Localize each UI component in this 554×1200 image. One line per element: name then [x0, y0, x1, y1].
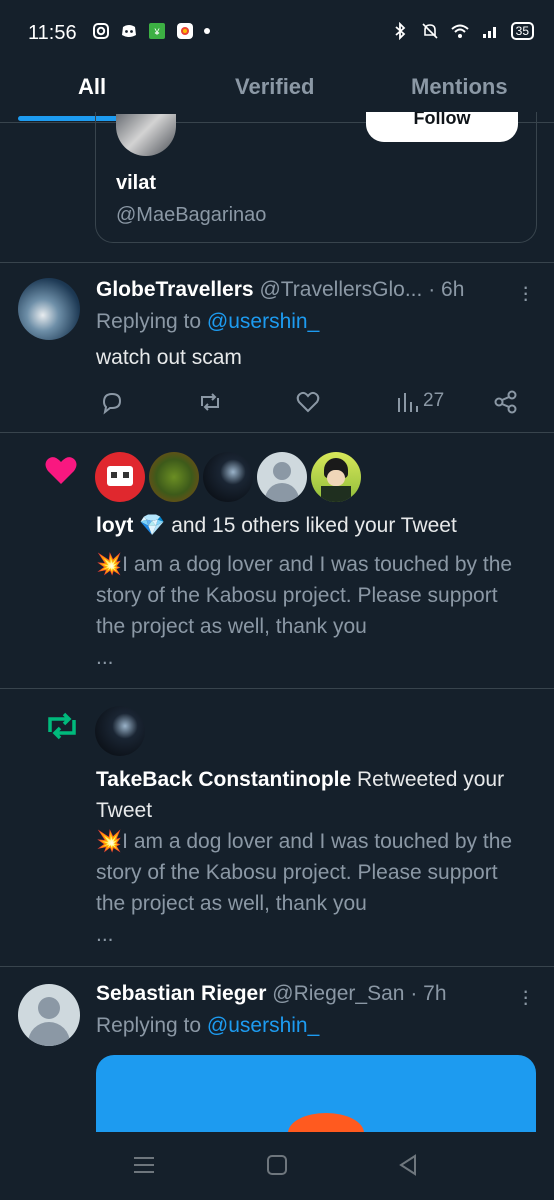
- suggested-user-card[interactable]: Follow vilat @MaeBagarinao: [95, 112, 537, 243]
- recent-apps-icon[interactable]: [133, 1154, 155, 1176]
- divider: [0, 432, 554, 433]
- battery-indicator: 35: [510, 22, 534, 40]
- tweet-media[interactable]: [96, 1055, 536, 1135]
- follow-button[interactable]: Follow: [366, 112, 518, 142]
- system-navigation-bar: [0, 1132, 554, 1200]
- share-icon[interactable]: [492, 388, 520, 416]
- tab-mentions[interactable]: Mentions: [411, 74, 508, 100]
- collision-icon: 💥: [96, 553, 123, 576]
- collision-icon: 💥: [96, 830, 123, 853]
- reply-icon[interactable]: [98, 388, 126, 416]
- replying-to-user-link[interactable]: @usershin_: [207, 310, 319, 333]
- retweet-summary: TakeBack Constantinople Retweeted your T…: [96, 768, 505, 822]
- author-name[interactable]: GlobeTravellers: [96, 278, 254, 301]
- more-options-icon[interactable]: · · ·: [522, 980, 529, 1014]
- author-handle: @Rieger_San: [272, 982, 405, 1005]
- status-bar: 11:56 ¥ 35: [0, 0, 554, 62]
- tab-verified[interactable]: Verified: [235, 74, 314, 100]
- user-name[interactable]: vilat: [116, 172, 156, 195]
- retweet-icon: [48, 712, 76, 740]
- tweet-time: · 6h: [428, 278, 465, 301]
- avatar[interactable]: [149, 452, 199, 502]
- divider: [0, 966, 554, 967]
- like-summary: loyt 💎 and 15 others liked your Tweet: [96, 514, 457, 537]
- liked-tweet-text[interactable]: 💥I am a dog lover and I was touched by t…: [96, 549, 526, 673]
- status-time: 11:56: [28, 22, 77, 44]
- tab-all[interactable]: All: [78, 74, 106, 100]
- avatar[interactable]: [95, 452, 145, 502]
- author-handle: @TravellersGlo...: [259, 278, 423, 301]
- signal-icon: [482, 27, 496, 38]
- avatar[interactable]: [311, 452, 361, 502]
- author-name[interactable]: Sebastian Rieger: [96, 982, 266, 1005]
- back-icon[interactable]: [397, 1154, 419, 1176]
- retweet-icon[interactable]: [196, 388, 224, 416]
- avatar[interactable]: [18, 278, 80, 340]
- divider: [0, 262, 554, 263]
- tweet-time: · 7h: [410, 982, 447, 1005]
- discord-icon: [122, 25, 136, 37]
- more-options-icon[interactable]: · · ·: [522, 276, 529, 310]
- tweet-text: watch out scam: [96, 346, 242, 369]
- liker-name[interactable]: loyt: [96, 514, 133, 537]
- instagram-icon: [93, 23, 109, 39]
- avatar[interactable]: [18, 984, 80, 1046]
- status-notification-icons: ¥: [92, 22, 210, 40]
- diamond-icon: 💎: [139, 514, 166, 537]
- retweeter-name[interactable]: TakeBack Constantinople: [96, 768, 351, 791]
- wifi-icon: [450, 24, 469, 38]
- views-count: 27: [423, 390, 445, 411]
- avatar[interactable]: [95, 706, 145, 756]
- svg-text:¥: ¥: [153, 27, 160, 37]
- photos-icon: [177, 23, 193, 39]
- like-icon[interactable]: [294, 388, 322, 416]
- views-icon[interactable]: [394, 388, 422, 416]
- tweet-actions: 27: [96, 388, 526, 418]
- tweet-header: GlobeTravellers @TravellersGlo... · 6h: [96, 278, 464, 302]
- user-handle: @MaeBagarinao: [116, 204, 267, 226]
- heart-icon: [45, 457, 77, 484]
- divider: [0, 688, 554, 689]
- replying-to: Replying to @usershin_: [96, 1014, 320, 1037]
- mute-icon: [422, 23, 438, 39]
- replying-to-user-link[interactable]: @usershin_: [207, 1014, 319, 1037]
- retweeted-tweet-text[interactable]: 💥I am a dog lover and I was touched by t…: [96, 826, 526, 950]
- app-notification-icon: ¥: [149, 23, 165, 39]
- tweet-header: Sebastian Rieger @Rieger_San · 7h: [96, 982, 447, 1006]
- home-icon[interactable]: [266, 1154, 288, 1176]
- avatar[interactable]: [116, 114, 176, 156]
- more-notifications-dot: [204, 28, 210, 34]
- bluetooth-icon: [395, 22, 405, 40]
- avatar[interactable]: [257, 452, 307, 502]
- avatar[interactable]: [203, 452, 253, 502]
- replying-to: Replying to @usershin_: [96, 310, 320, 333]
- status-system-icons: 35: [391, 22, 534, 40]
